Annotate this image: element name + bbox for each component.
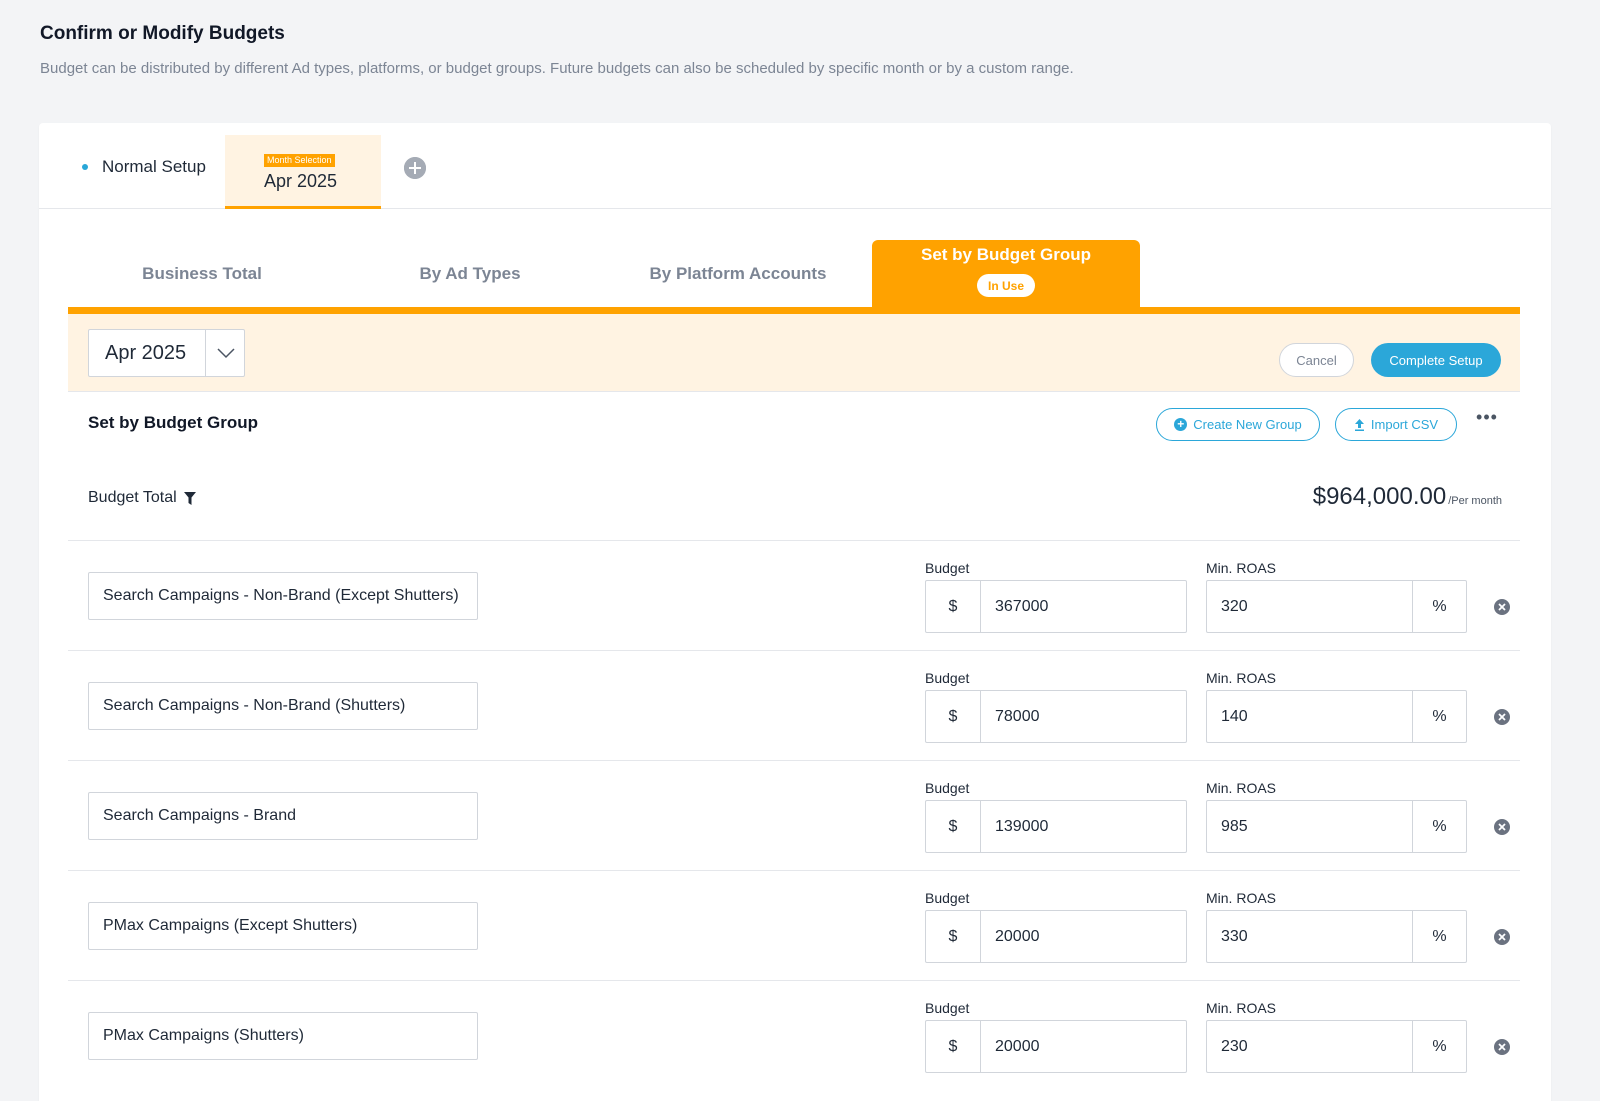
- tab-normal-setup-label: Normal Setup: [102, 157, 206, 176]
- group-name-input[interactable]: [88, 902, 478, 950]
- create-new-group-button[interactable]: + Create New Group: [1156, 408, 1320, 441]
- roas-field: %: [1206, 690, 1467, 743]
- month-dropdown-value: Apr 2025: [105, 342, 187, 364]
- min-roas-input[interactable]: [1207, 801, 1412, 852]
- budget-field: $: [925, 800, 1187, 853]
- budget-field: $: [925, 580, 1187, 633]
- budget-label: Budget: [925, 780, 970, 796]
- import-csv-label: Import CSV: [1370, 417, 1439, 432]
- create-new-group-label: Create New Group: [1193, 417, 1302, 432]
- currency-prefix: $: [926, 691, 981, 742]
- more-options-icon[interactable]: •••: [1473, 408, 1501, 431]
- budget-group-list: Budget Min. ROAS $ % Budget Min. ROAS $: [68, 540, 1520, 1090]
- tab-by-platform-accounts[interactable]: By Platform Accounts: [604, 240, 872, 307]
- budget-total-unit: /Per month: [1448, 495, 1502, 507]
- min-roas-label: Min. ROAS: [1206, 780, 1277, 796]
- group-name-input[interactable]: [88, 1012, 478, 1060]
- tab-by-platform-accounts-label: By Platform Accounts: [649, 263, 827, 283]
- budget-label: Budget: [925, 560, 970, 576]
- page-title: Confirm or Modify Budgets: [40, 23, 285, 44]
- min-roas-input[interactable]: [1207, 581, 1412, 632]
- month-selection-badge: Month Selection: [264, 154, 335, 167]
- currency-prefix: $: [926, 581, 981, 632]
- min-roas-input[interactable]: [1207, 1021, 1412, 1072]
- budget-group-row: Budget Min. ROAS $ %: [68, 760, 1520, 870]
- budget-field: $: [925, 1020, 1187, 1073]
- percent-suffix: %: [1412, 1021, 1466, 1072]
- tab-business-total[interactable]: Business Total: [68, 240, 336, 307]
- currency-prefix: $: [926, 911, 981, 962]
- budget-label: Budget: [925, 890, 970, 906]
- min-roas-label: Min. ROAS: [1206, 560, 1277, 576]
- upload-icon: [1354, 418, 1364, 431]
- tab-set-by-budget-group-label: Set by Budget Group: [921, 245, 1091, 264]
- budget-total-header: Budget Total: [88, 489, 196, 507]
- budget-label: Budget: [925, 1000, 970, 1016]
- filter-icon[interactable]: [183, 491, 196, 505]
- tab-set-by-budget-group[interactable]: Set by Budget Group In Use: [872, 240, 1140, 307]
- percent-suffix: %: [1412, 691, 1466, 742]
- budget-input[interactable]: [981, 1021, 1186, 1072]
- roas-field: %: [1206, 580, 1467, 633]
- percent-suffix: %: [1412, 911, 1466, 962]
- remove-circle-icon[interactable]: [1493, 818, 1511, 836]
- tab-business-total-label: Business Total: [142, 263, 262, 283]
- in-use-badge: In Use: [976, 274, 1035, 297]
- roas-field: %: [1206, 800, 1467, 853]
- group-name-input[interactable]: [88, 792, 478, 840]
- budget-label: Budget: [925, 670, 970, 686]
- remove-circle-icon[interactable]: [1493, 598, 1511, 616]
- group-name-input[interactable]: [88, 572, 478, 620]
- currency-prefix: $: [926, 1021, 981, 1072]
- budget-group-row: Budget Min. ROAS $ %: [68, 540, 1520, 650]
- budget-total-amount: $964,000.00 /Per month: [1313, 483, 1502, 511]
- budget-input[interactable]: [981, 581, 1186, 632]
- roas-field: %: [1206, 1020, 1467, 1073]
- complete-setup-button[interactable]: Complete Setup: [1371, 343, 1501, 377]
- tab-by-ad-types-label: By Ad Types: [419, 263, 521, 283]
- percent-suffix: %: [1412, 801, 1466, 852]
- budget-input[interactable]: [981, 691, 1186, 742]
- chevron-down-icon: [217, 348, 235, 359]
- tab-by-ad-types[interactable]: By Ad Types: [336, 240, 604, 307]
- budget-input[interactable]: [981, 911, 1186, 962]
- import-csv-button[interactable]: Import CSV: [1335, 408, 1457, 441]
- cancel-button[interactable]: Cancel: [1279, 343, 1354, 377]
- tab-normal-setup[interactable]: Normal Setup: [82, 157, 206, 177]
- min-roas-input[interactable]: [1207, 911, 1412, 962]
- method-tabs: Business Total By Ad Types By Platform A…: [68, 240, 1520, 314]
- page-subtitle: Budget can be distributed by different A…: [40, 60, 1074, 77]
- budget-field: $: [925, 690, 1187, 743]
- roas-field: %: [1206, 910, 1467, 963]
- budget-toolbar: Apr 2025 Cancel Complete Setup: [68, 314, 1520, 392]
- tab-month-label: Apr 2025: [264, 171, 338, 191]
- min-roas-input[interactable]: [1207, 691, 1412, 742]
- budget-total-label: Budget Total: [88, 489, 177, 506]
- tab-month-selection[interactable]: Month Selection Apr 2025: [225, 135, 381, 209]
- add-setup-button[interactable]: [404, 157, 426, 179]
- budget-input[interactable]: [981, 801, 1186, 852]
- budget-group-row: Budget Min. ROAS $ %: [68, 650, 1520, 760]
- percent-suffix: %: [1412, 581, 1466, 632]
- section-title: Set by Budget Group: [88, 413, 258, 432]
- status-dot-icon: [82, 164, 88, 170]
- budget-total-value: $964,000.00: [1312, 483, 1447, 510]
- remove-circle-icon[interactable]: [1493, 708, 1511, 726]
- min-roas-label: Min. ROAS: [1206, 890, 1277, 906]
- remove-circle-icon[interactable]: [1493, 928, 1511, 946]
- setup-tabs-bar: Normal Setup Month Selection Apr 2025: [39, 123, 1551, 209]
- budget-card: Normal Setup Month Selection Apr 2025 Bu…: [39, 123, 1551, 1101]
- plus-circle-icon: [404, 157, 426, 179]
- budget-group-row: Budget Min. ROAS $ %: [68, 980, 1520, 1090]
- remove-circle-icon[interactable]: [1493, 1038, 1511, 1056]
- min-roas-label: Min. ROAS: [1206, 1000, 1277, 1016]
- month-dropdown[interactable]: Apr 2025: [88, 329, 245, 377]
- min-roas-label: Min. ROAS: [1206, 670, 1277, 686]
- group-name-input[interactable]: [88, 682, 478, 730]
- budget-group-row: Budget Min. ROAS $ %: [68, 870, 1520, 980]
- currency-prefix: $: [926, 801, 981, 852]
- dropdown-divider: [205, 330, 206, 376]
- plus-circle-icon: +: [1174, 418, 1188, 431]
- budget-field: $: [925, 910, 1187, 963]
